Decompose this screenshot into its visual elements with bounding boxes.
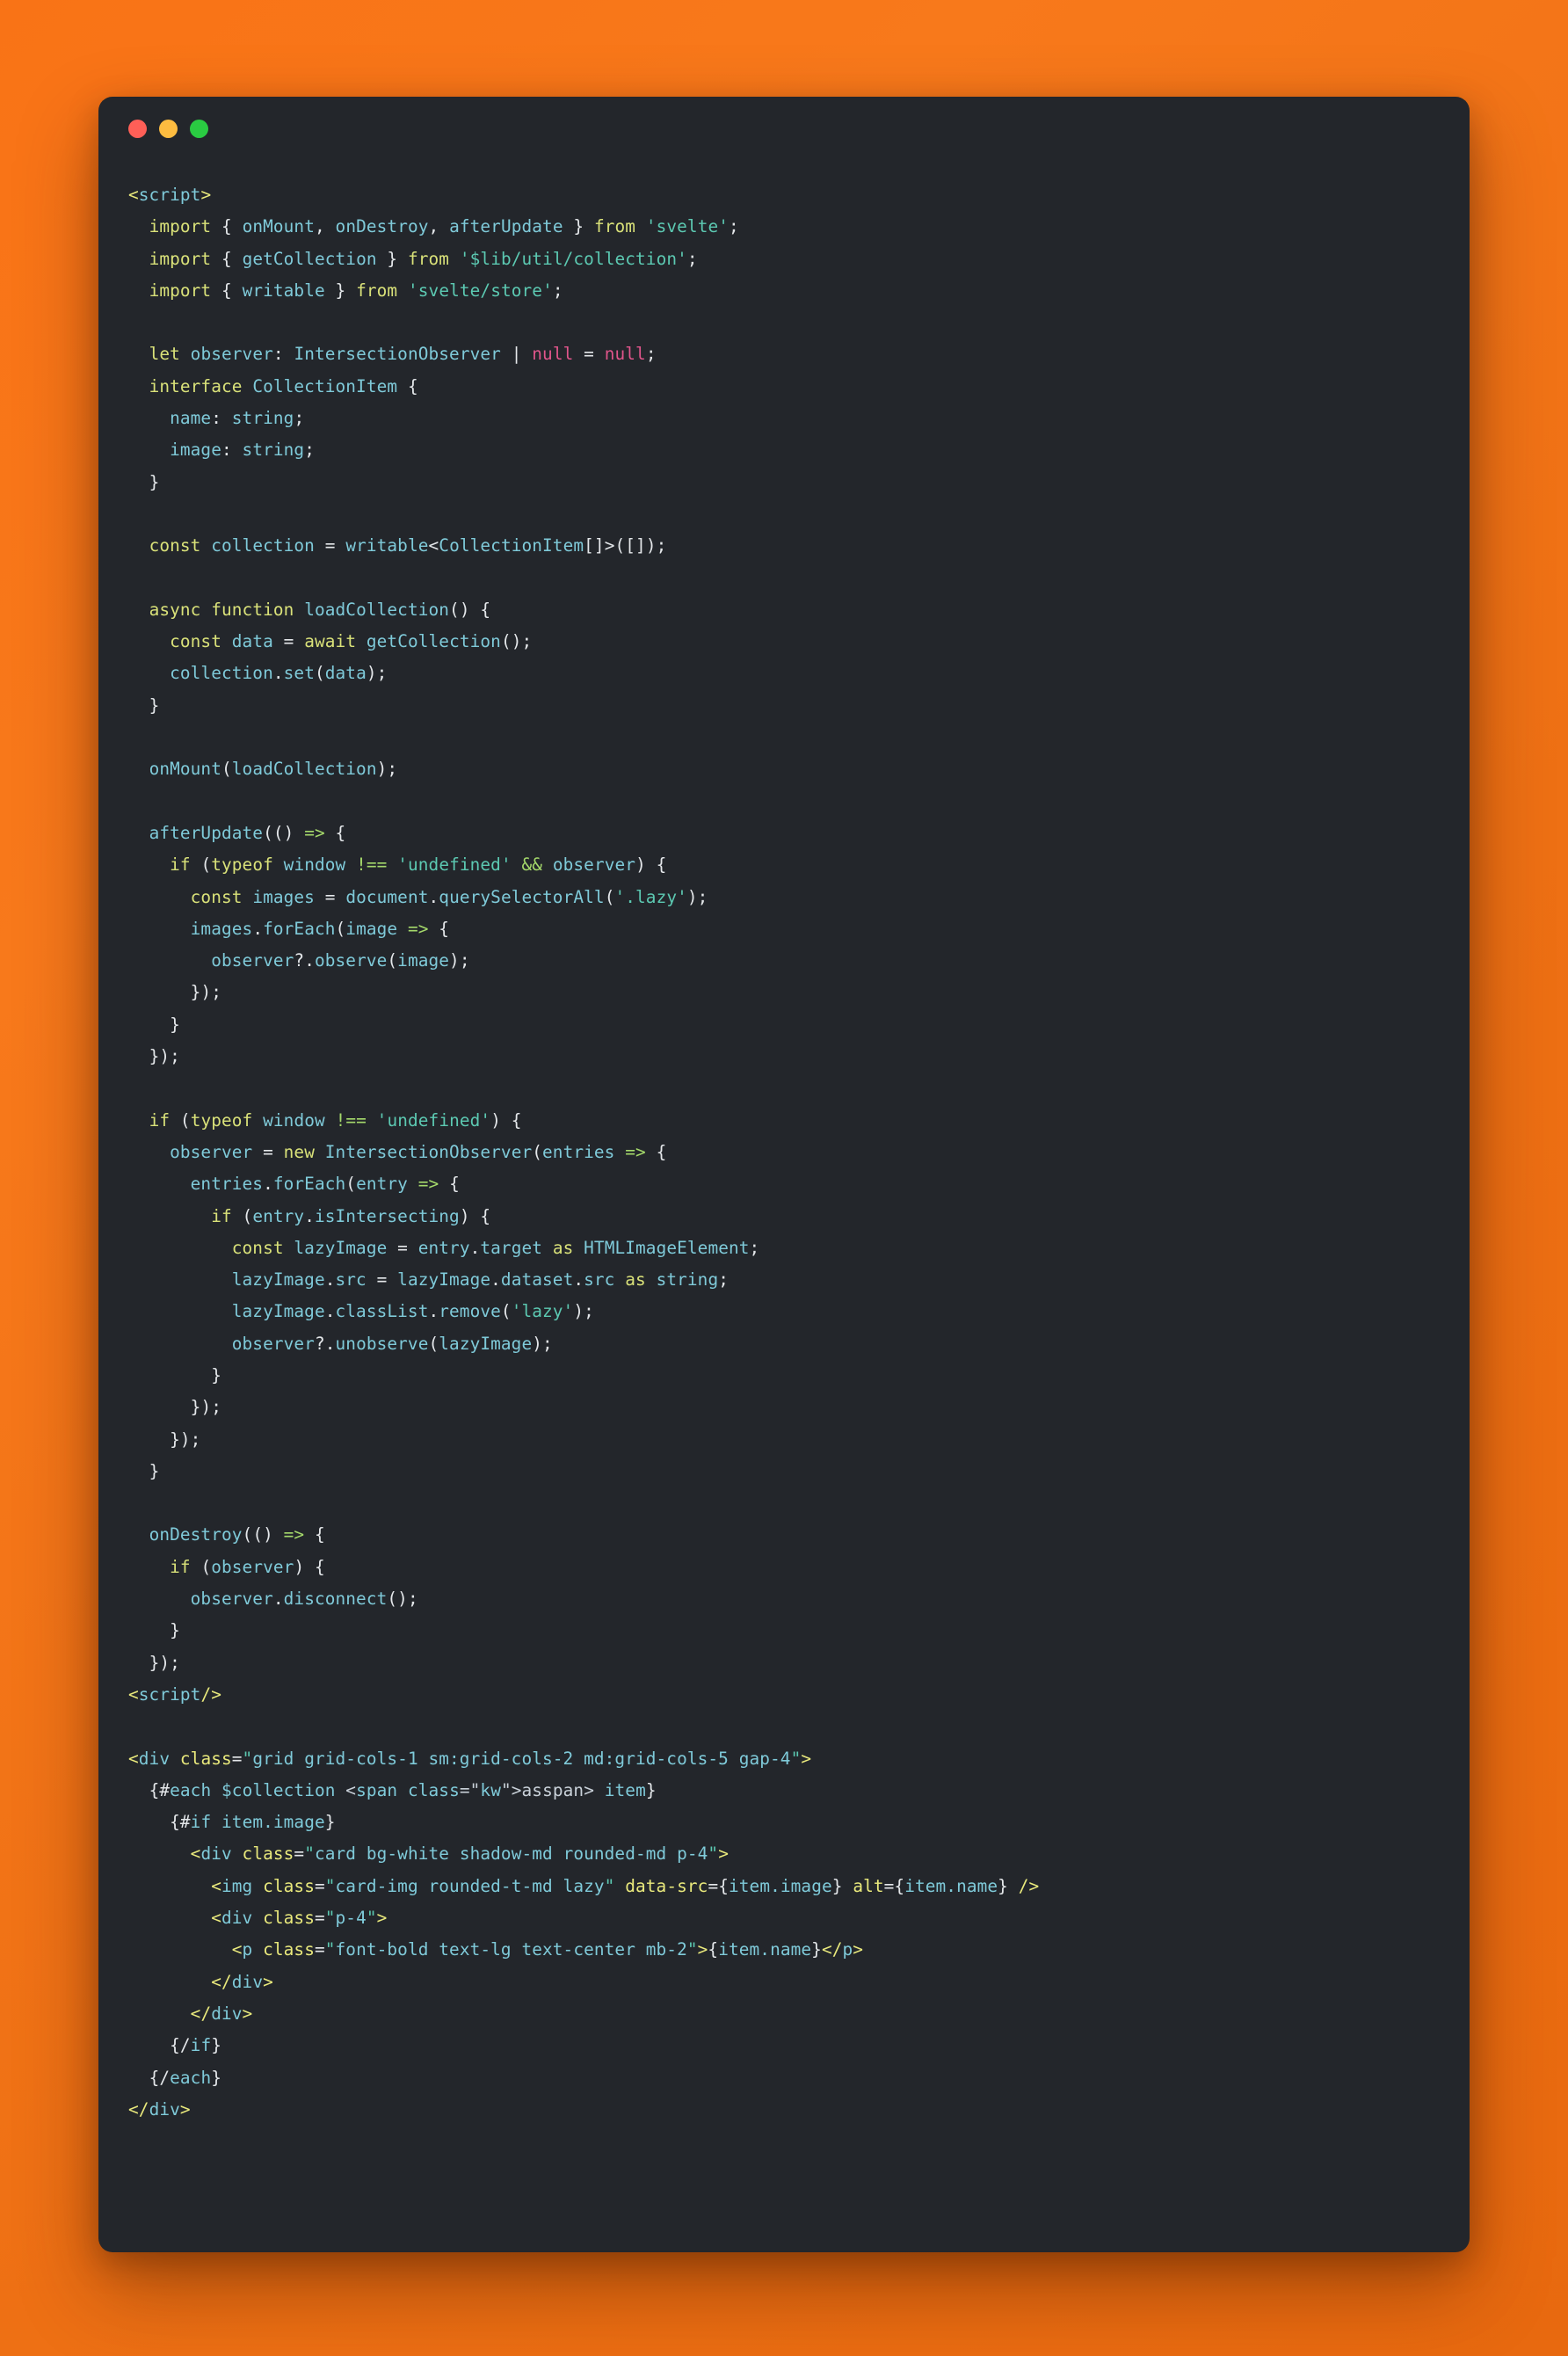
close-button[interactable] — [128, 119, 147, 138]
maximize-button[interactable] — [190, 119, 208, 138]
minimize-button[interactable] — [159, 119, 178, 138]
wallpaper-backdrop: <script> import { onMount, onDestroy, af… — [0, 0, 1568, 2356]
code-content-area[interactable]: <script> import { onMount, onDestroy, af… — [98, 160, 1470, 2152]
code-block[interactable]: <script> import { onMount, onDestroy, af… — [128, 179, 1434, 2126]
code-window: <script> import { onMount, onDestroy, af… — [98, 97, 1470, 2252]
window-titlebar — [98, 97, 1470, 160]
